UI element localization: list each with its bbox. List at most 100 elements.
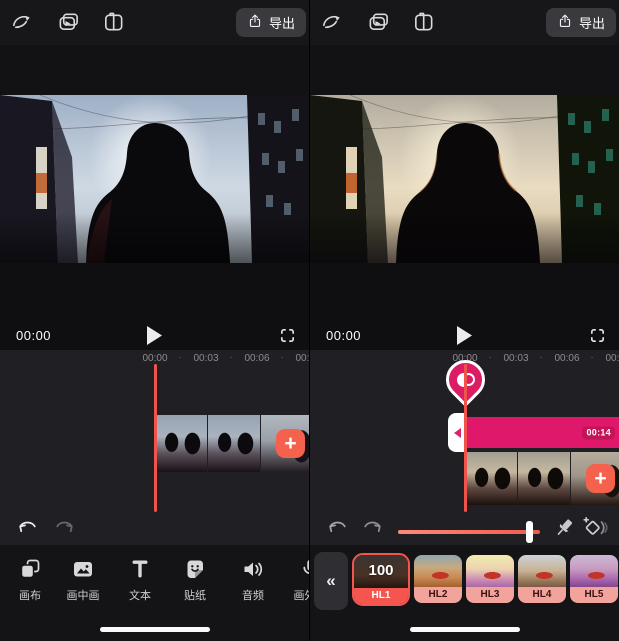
ruler-tick: 00:06 bbox=[244, 353, 269, 364]
ruler-dot: · bbox=[178, 352, 181, 363]
filter-card-hl3[interactable]: HL3 bbox=[466, 555, 514, 603]
clip-thumbnail bbox=[518, 452, 570, 505]
car-thumbnail-art bbox=[518, 555, 566, 587]
filter-clip-bar[interactable]: 00:14 bbox=[466, 417, 619, 448]
share-icon bbox=[247, 13, 263, 32]
toolbar-label: 音频 bbox=[227, 587, 279, 603]
microphone-icon bbox=[298, 569, 309, 584]
home-indicator bbox=[410, 627, 520, 632]
share-icon bbox=[557, 13, 573, 32]
clip-thumbnail bbox=[155, 415, 207, 472]
top-bar: 导出 bbox=[310, 0, 619, 45]
pin-icon[interactable] bbox=[552, 516, 576, 540]
filter-name-label: HL3 bbox=[466, 587, 514, 603]
filter-thumbnail bbox=[466, 555, 514, 587]
video-preview[interactable] bbox=[310, 95, 619, 263]
trim-arrow-icon bbox=[454, 428, 461, 438]
preview-scene-warm bbox=[310, 95, 619, 263]
sticker-icon bbox=[183, 569, 207, 584]
text-icon bbox=[128, 569, 152, 584]
redo-button[interactable] bbox=[360, 516, 385, 541]
export-label: 导出 bbox=[579, 13, 605, 32]
toolbar-item-text[interactable]: 文本 bbox=[114, 557, 166, 603]
home-indicator bbox=[100, 627, 210, 632]
undo-button[interactable] bbox=[15, 516, 40, 541]
canvas-icon bbox=[18, 569, 42, 584]
filter-intensity-slider[interactable] bbox=[398, 522, 540, 542]
top-spacer bbox=[310, 45, 619, 95]
editor-panel-right: 导出 bbox=[310, 0, 619, 641]
fullscreen-button[interactable] bbox=[279, 327, 296, 344]
clip-thumbnail bbox=[465, 452, 517, 505]
ruler-tick: 00:09 bbox=[295, 353, 309, 364]
ruler-dot: · bbox=[280, 352, 283, 363]
filter-card-hl2[interactable]: HL2 bbox=[414, 555, 462, 603]
collapse-panel-button[interactable]: « bbox=[314, 552, 348, 610]
apply-effect-diamond-icon[interactable] bbox=[581, 515, 610, 541]
add-clip-button[interactable]: + bbox=[586, 464, 615, 493]
filter-card-hl5[interactable]: HL5 bbox=[570, 555, 618, 603]
ruler-tick: 00:03 bbox=[193, 353, 218, 364]
toolbar-label: 文本 bbox=[114, 587, 166, 603]
flipbook-icon[interactable] bbox=[412, 11, 435, 34]
ruler-dot: · bbox=[488, 352, 491, 363]
toolbar-item-sticker[interactable]: 贴纸 bbox=[169, 557, 221, 603]
slider-track bbox=[398, 530, 540, 534]
clip-duration-badge: 00:14 bbox=[582, 426, 615, 439]
export-label: 导出 bbox=[269, 13, 295, 32]
editor-panel-left: 导出 bbox=[0, 0, 309, 641]
filter-thumbnail bbox=[414, 555, 462, 587]
toolbar-item-canvas[interactable]: 画布 bbox=[4, 557, 56, 603]
toolbar-label: 画中画 bbox=[57, 587, 109, 603]
flipbook-icon[interactable] bbox=[102, 11, 125, 34]
filter-thumbnail bbox=[570, 555, 618, 587]
top-bar: 导出 bbox=[0, 0, 309, 45]
export-button[interactable]: 导出 bbox=[236, 8, 306, 37]
picture-in-picture-icon bbox=[71, 569, 95, 584]
playhead[interactable] bbox=[154, 364, 157, 512]
timeline[interactable]: 00:00 · 00:03 · 00:06 · 00:09 + bbox=[0, 350, 309, 545]
clip-thumbnail bbox=[208, 415, 260, 472]
toolbar-item-audio[interactable]: 音频 bbox=[227, 557, 279, 603]
filter-thumbnail bbox=[518, 555, 566, 587]
filter-card-hl4[interactable]: HL4 bbox=[518, 555, 566, 603]
ruler-tick: 00:03 bbox=[503, 353, 528, 364]
top-spacer bbox=[0, 45, 309, 95]
filter-name-label: HL4 bbox=[518, 587, 566, 603]
dual-screenshot-stage: 导出 bbox=[0, 0, 619, 641]
add-clip-button[interactable]: + bbox=[276, 429, 305, 458]
timeline[interactable]: 00:00 · 00:03 · 00:06 · 00:09 00:14 + bbox=[310, 350, 619, 545]
slider-thumb[interactable] bbox=[526, 521, 533, 543]
video-preview[interactable] bbox=[0, 95, 309, 263]
video-template-icon[interactable] bbox=[367, 11, 390, 34]
playhead[interactable] bbox=[464, 364, 467, 512]
fullscreen-button[interactable] bbox=[589, 327, 606, 344]
filter-name-label: HL5 bbox=[570, 587, 618, 603]
bottom-toolbar: 画布 画中画 文本 贴纸 音频 画外音 bbox=[0, 545, 309, 641]
ruler-dot: · bbox=[229, 352, 232, 363]
preview-scene-cool bbox=[0, 95, 309, 263]
video-template-icon[interactable] bbox=[57, 11, 80, 34]
redo-button[interactable] bbox=[52, 516, 77, 541]
car-thumbnail-art bbox=[466, 555, 514, 587]
filter-name-label: HL2 bbox=[414, 587, 462, 603]
play-button[interactable] bbox=[147, 326, 163, 345]
filter-intensity-value: 100 bbox=[354, 562, 408, 579]
toolbar-label: 画布 bbox=[4, 587, 56, 603]
ruler-dot: · bbox=[539, 352, 542, 363]
toolbar-item-voiceover[interactable]: 画外音 bbox=[284, 557, 309, 603]
toolbar-item-pip[interactable]: 画中画 bbox=[57, 557, 109, 603]
play-button[interactable] bbox=[457, 326, 473, 345]
export-button[interactable]: 导出 bbox=[546, 8, 616, 37]
filter-name-label: HL1 bbox=[354, 588, 408, 604]
quick-edit-swoosh-icon[interactable] bbox=[10, 11, 33, 34]
ruler-tick: 00:00 bbox=[142, 353, 167, 364]
toolbar-label: 贴纸 bbox=[169, 587, 221, 603]
filter-card-hl1[interactable]: 100 HL1 bbox=[352, 553, 410, 606]
quick-edit-swoosh-icon[interactable] bbox=[320, 11, 343, 34]
car-thumbnail-art bbox=[570, 555, 618, 587]
filter-strip-section: « 100 HL1 HL2 HL3 HL4 HL5 bbox=[310, 545, 619, 641]
ruler-dot: · bbox=[590, 352, 593, 363]
car-thumbnail-art bbox=[414, 555, 462, 587]
undo-button[interactable] bbox=[325, 516, 350, 541]
